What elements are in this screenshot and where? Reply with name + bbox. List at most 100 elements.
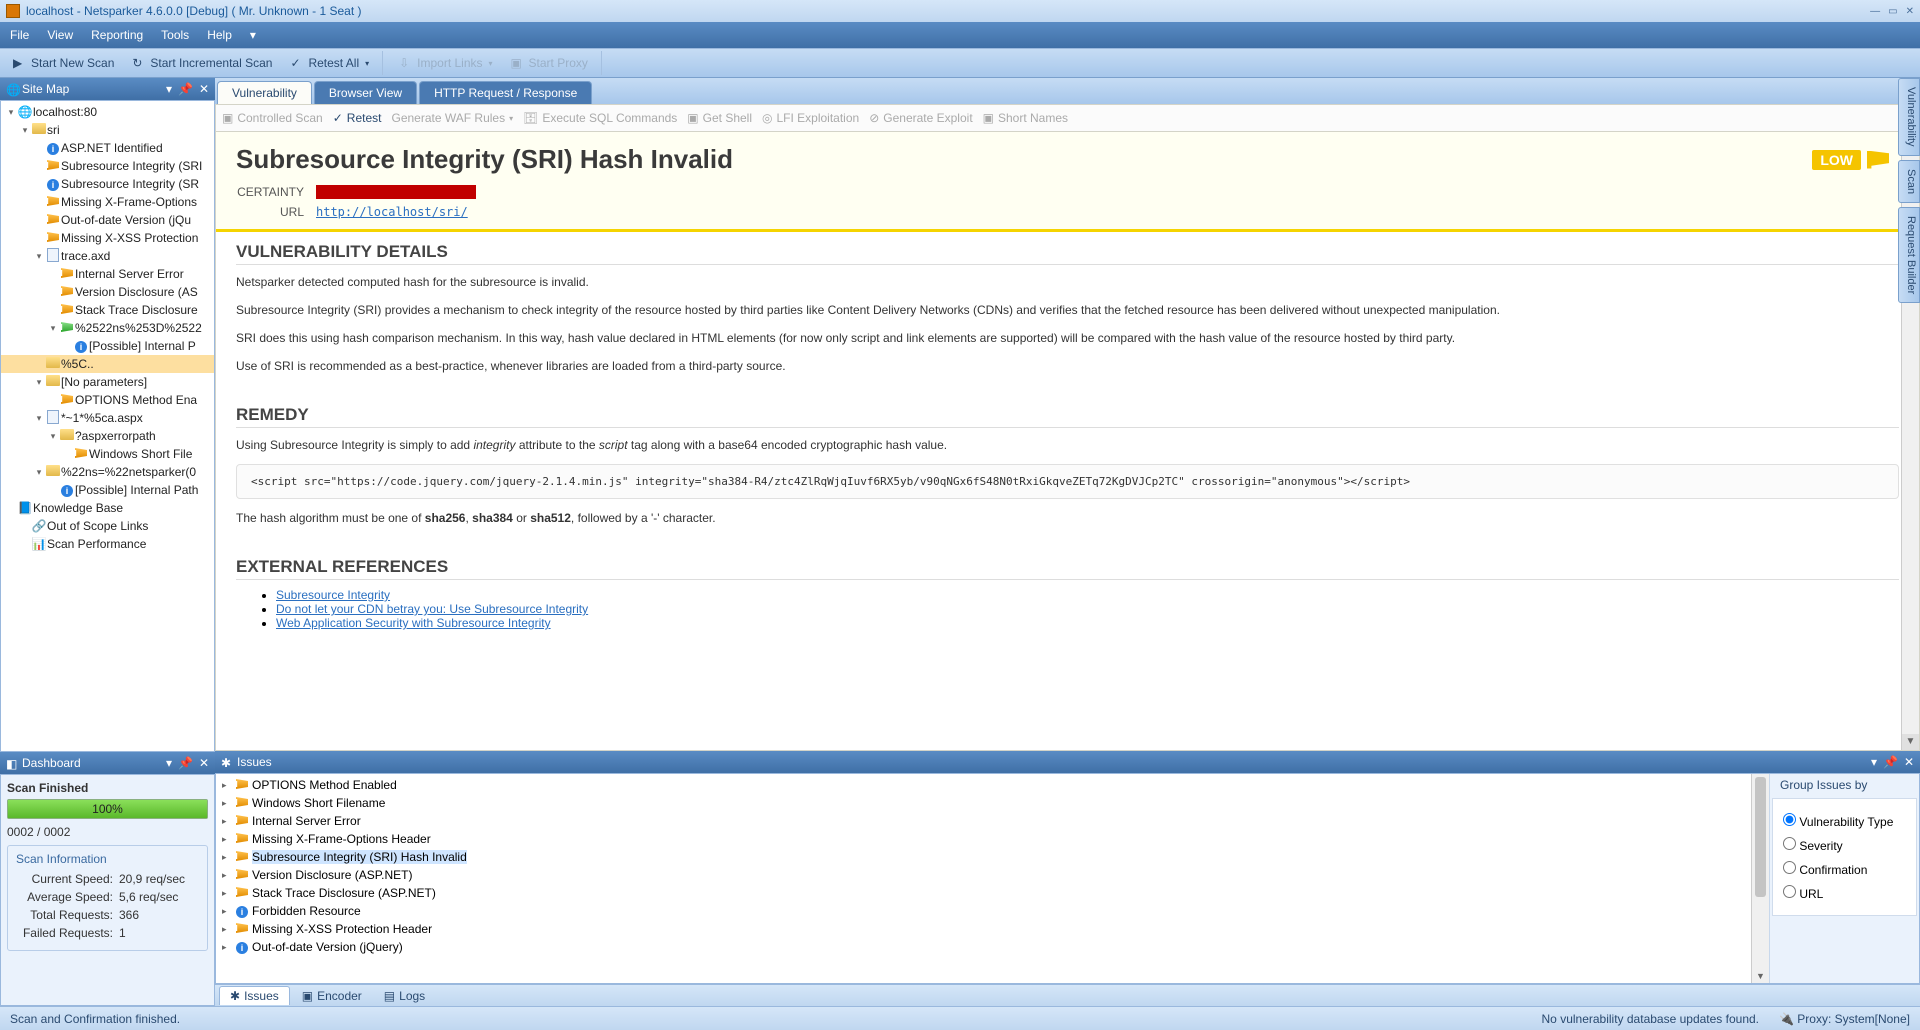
panel-close-button[interactable]: ✕ [199,756,209,770]
menu-reporting[interactable]: Reporting [91,28,143,42]
retest-button[interactable]: ✓ Retest [333,111,382,125]
flag-orange-icon [45,231,61,245]
tree-node[interactable]: ▾🌐localhost:80 [1,103,214,121]
scroll-down[interactable]: ▼ [1902,734,1919,750]
document-tabs: Vulnerability Browser View HTTP Request … [215,78,1920,104]
tree-node[interactable]: iASP.NET Identified [1,139,214,157]
btab-logs[interactable]: ▤ Logs [374,987,435,1005]
menu-more[interactable]: ▾ [250,28,256,42]
panel-pin-button[interactable]: 📌 [178,82,193,96]
severity-badge: LOW [1812,150,1861,170]
tree-node[interactable]: ▾%2522ns%253D%2522 [1,319,214,337]
flag-orange-icon [45,213,61,227]
issue-row[interactable]: ▸OPTIONS Method Enabled [216,776,1751,794]
menu-help[interactable]: Help [207,28,232,42]
tree-node[interactable]: Internal Server Error [1,265,214,283]
vulnerability-url[interactable]: http://localhost/sri/ [316,205,468,219]
get-shell-button: ▣ Get Shell [687,111,752,125]
tab-http[interactable]: HTTP Request / Response [419,81,592,104]
panel-options-button[interactable]: ▾ [166,756,172,770]
panel-pin-button[interactable]: 📌 [178,756,193,770]
tree-node[interactable]: Out-of-date Version (jQu [1,211,214,229]
flag-orange-icon [59,393,75,407]
tree-node[interactable]: OPTIONS Method Ena [1,391,214,409]
tree-node[interactable]: Windows Short File [1,445,214,463]
tree-node[interactable]: 🔗Out of Scope Links [1,517,214,535]
tree-node[interactable]: ▾?aspxerrorpath [1,427,214,445]
issue-row[interactable]: ▸Internal Server Error [216,812,1751,830]
tree-node[interactable]: Version Disclosure (AS [1,283,214,301]
minimize-button[interactable]: — [1870,6,1880,17]
tree-node[interactable]: ▾*~1*%5ca.aspx [1,409,214,427]
group-option[interactable]: Severity [1783,837,1906,853]
panel-pin-button[interactable]: 📌 [1883,755,1898,769]
flag-orange-icon [236,922,248,936]
flag-orange-icon [73,447,89,461]
tree-node[interactable]: i[Possible] Internal Path [1,481,214,499]
group-option[interactable]: URL [1783,885,1906,901]
issue-row[interactable]: ▸iOut-of-date Version (jQuery) [216,938,1751,956]
btab-encoder[interactable]: ▣ Encoder [292,987,372,1005]
maximize-button[interactable]: ▭ [1888,6,1897,17]
tree-node[interactable]: Subresource Integrity (SRI [1,157,214,175]
external-ref-link[interactable]: Do not let your CDN betray you: Use Subr… [276,602,588,616]
flag-orange-icon [45,159,61,173]
external-ref-link[interactable]: Web Application Security with Subresourc… [276,616,551,630]
issue-row[interactable]: ▸iForbidden Resource [216,902,1751,920]
issues-title: Issues [237,755,272,769]
tree-node[interactable]: iSubresource Integrity (SR [1,175,214,193]
issue-row[interactable]: ▸Version Disclosure (ASP.NET) [216,866,1751,884]
panel-options-button[interactable]: ▾ [1871,755,1877,769]
tab-vulnerability[interactable]: Vulnerability [217,81,312,104]
tree-node[interactable]: Missing X-XSS Protection [1,229,214,247]
panel-options-button[interactable]: ▾ [166,82,172,96]
menu-view[interactable]: View [47,28,73,42]
tree-node[interactable]: Missing X-Frame-Options [1,193,214,211]
dock-scan[interactable]: Scan [1898,160,1920,203]
issue-row[interactable]: ▸Windows Short Filename [216,794,1751,812]
close-button[interactable]: ✕ [1906,6,1914,17]
issue-row[interactable]: ▸Missing X-XSS Protection Header [216,920,1751,938]
dock-request-builder[interactable]: Request Builder [1898,207,1920,303]
dashboard-row: Total Requests:366 [16,908,199,922]
generate-waf-button: Generate WAF Rules▾ [391,111,513,125]
group-option[interactable]: Confirmation [1783,861,1906,877]
details-text: Use of SRI is recommended as a best-prac… [236,357,1899,375]
dashboard-icon: ◧ [6,757,18,769]
start-incremental-scan-button[interactable]: ↻Start Incremental Scan [125,53,279,73]
btab-issues[interactable]: ✱ Issues [219,986,290,1005]
tree-node[interactable]: %5C.. [1,355,214,373]
start-proxy-button[interactable]: ▣Start Proxy [504,53,595,73]
issue-row[interactable]: ▸Stack Trace Disclosure (ASP.NET) [216,884,1751,902]
tree-node[interactable]: ▾[No parameters] [1,373,214,391]
menu-tools[interactable]: Tools [161,28,189,42]
vulnerability-panel[interactable]: Subresource Integrity (SRI) Hash Invalid… [215,132,1920,751]
menu-file[interactable]: File [10,28,29,42]
tab-browser-view[interactable]: Browser View [314,81,417,104]
app-icon [6,4,20,18]
group-option[interactable]: Vulnerability Type [1783,813,1906,829]
tree-node[interactable]: ▾sri [1,121,214,139]
tree-node[interactable]: 📘Knowledge Base [1,499,214,517]
import-links-button[interactable]: ⇩Import Links▾ [392,53,499,73]
tree-node[interactable]: Stack Trace Disclosure [1,301,214,319]
external-ref-link[interactable]: Subresource Integrity [276,588,390,602]
issue-row[interactable]: ▸Subresource Integrity (SRI) Hash Invali… [216,848,1751,866]
tree-node[interactable]: 📊Scan Performance [1,535,214,553]
left-column: 🌐 Site Map ▾ 📌 ✕ ▾🌐localhost:80▾sriiASP.… [0,78,215,1006]
retest-all-button[interactable]: ✓Retest All▾ [283,53,376,73]
flag-orange-icon [236,814,248,828]
sitemap-tree[interactable]: ▾🌐localhost:80▾sriiASP.NET IdentifiedSub… [0,100,215,752]
tree-node[interactable]: ▾%22ns=%22netsparker(0 [1,463,214,481]
issue-row[interactable]: ▸Missing X-Frame-Options Header [216,830,1751,848]
start-new-scan-button[interactable]: ▶Start New Scan [6,53,121,73]
dock-vulnerability[interactable]: Vulnerability [1898,78,1920,156]
issues-list[interactable]: ▸OPTIONS Method Enabled▸Windows Short Fi… [216,774,1751,983]
scan-progress: 100% [7,799,208,819]
panel-close-button[interactable]: ✕ [1904,755,1914,769]
certainty-bar [316,185,476,199]
tree-node[interactable]: ▾trace.axd [1,247,214,265]
issues-scrollbar[interactable]: ▲ ▼ [1751,774,1769,983]
panel-close-button[interactable]: ✕ [199,82,209,96]
tree-node[interactable]: i[Possible] Internal P [1,337,214,355]
